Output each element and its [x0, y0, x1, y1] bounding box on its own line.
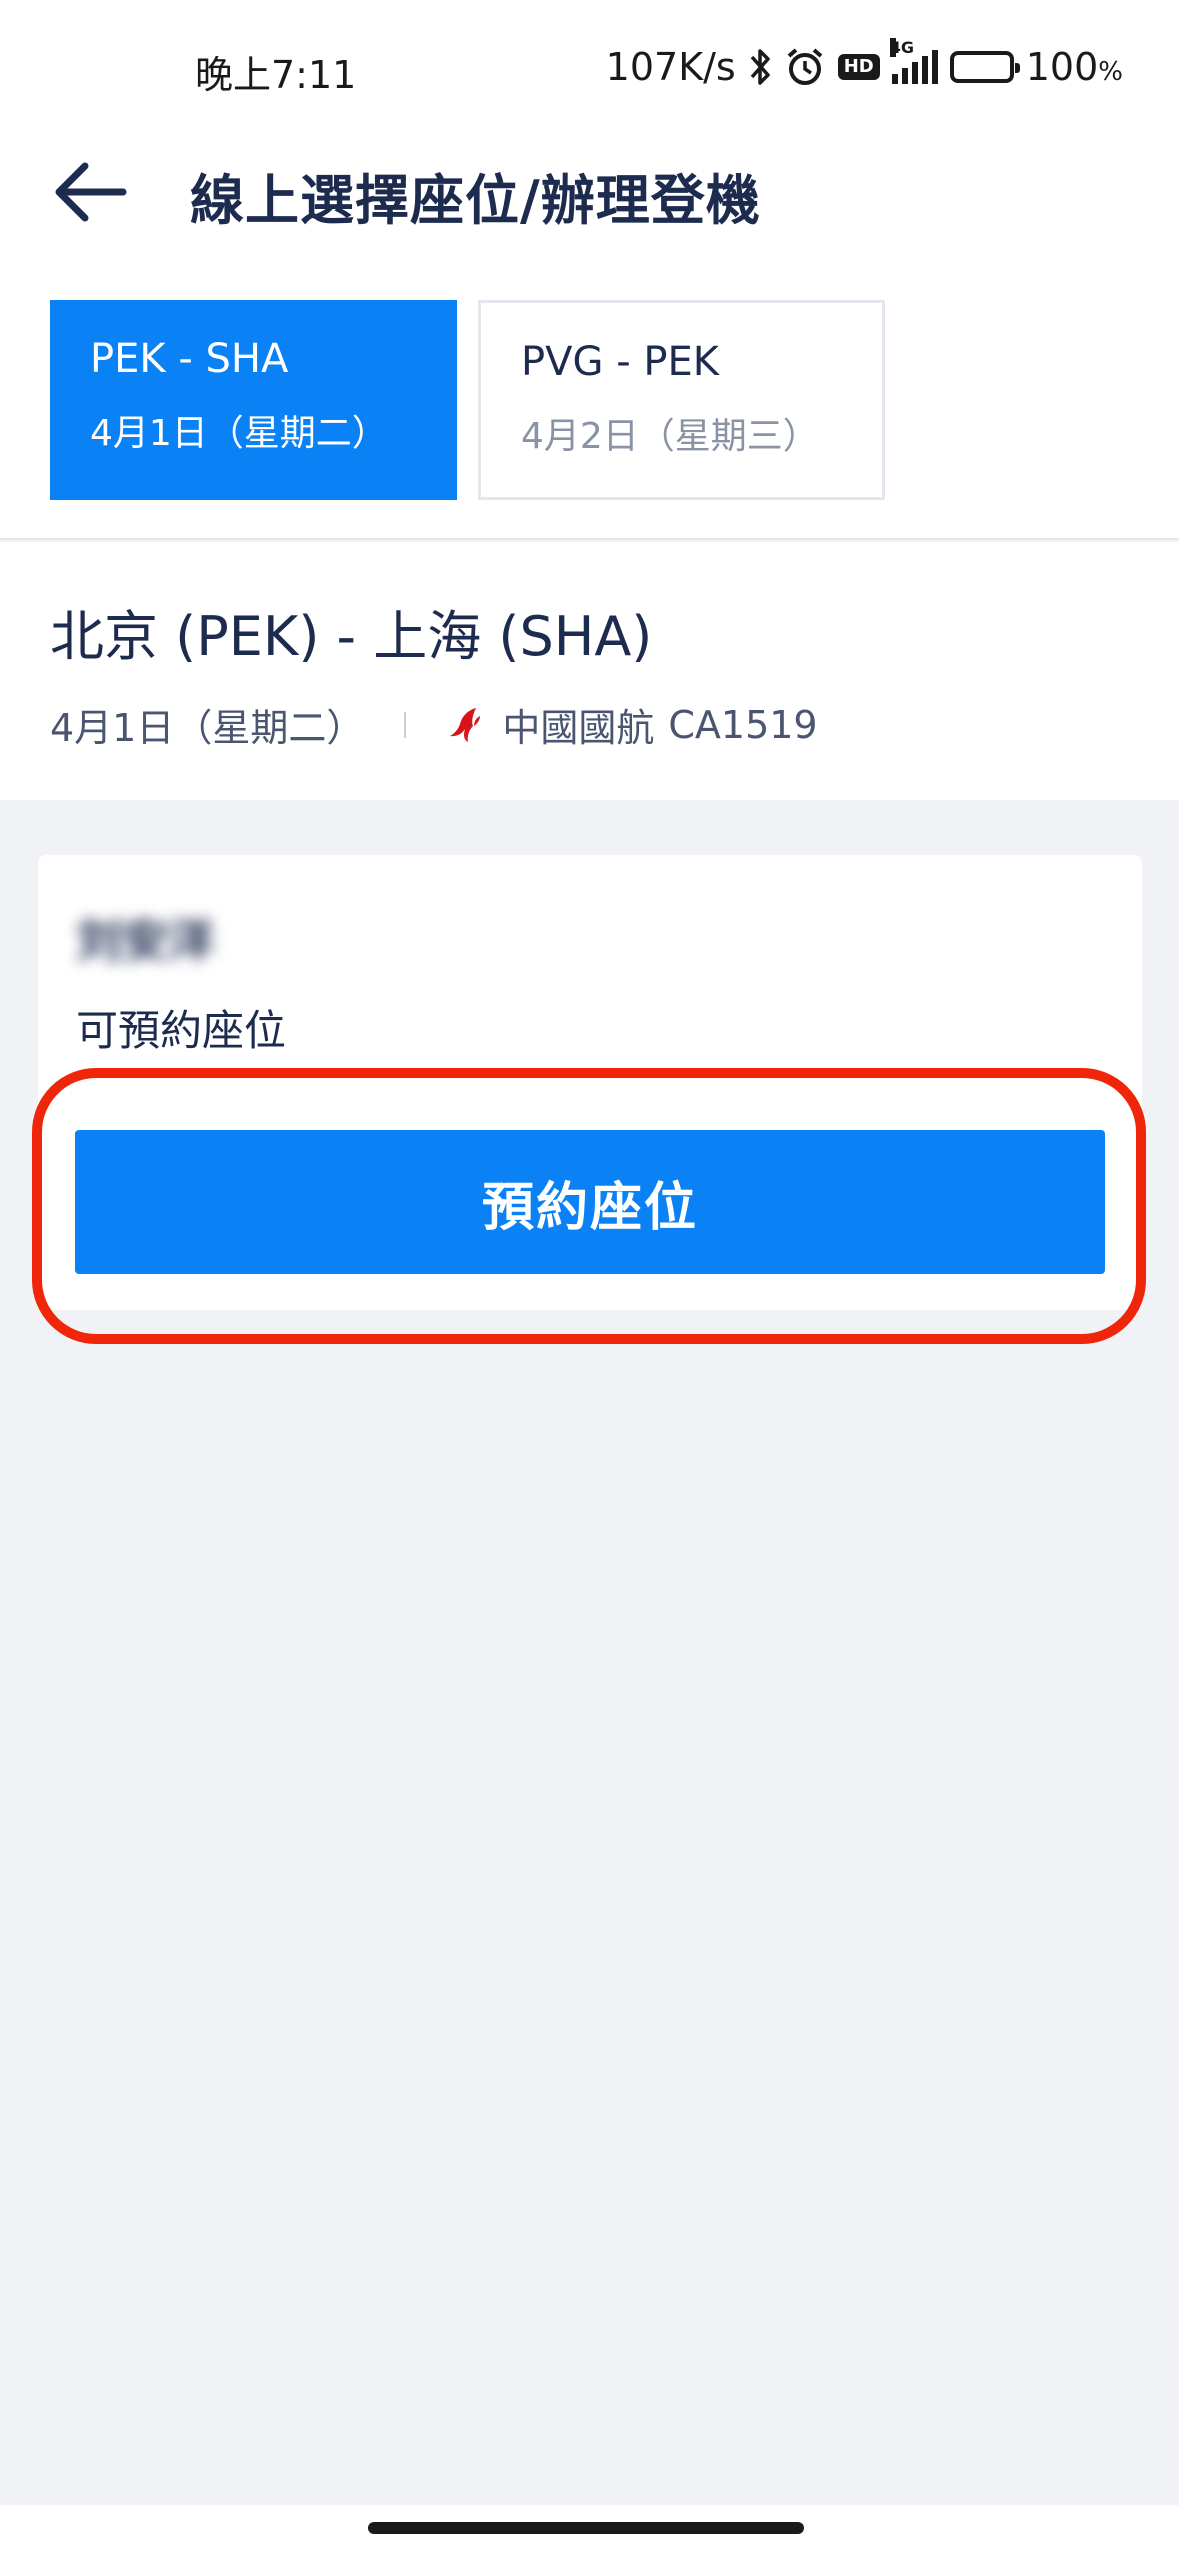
signal-label: 4G: [889, 38, 915, 57]
passenger-name: 刘安洋: [76, 914, 214, 968]
back-button[interactable]: [44, 152, 134, 232]
alarm-icon: [784, 46, 826, 88]
segment-route: PEK - SHA: [90, 336, 289, 382]
airline-name: 中國國航: [502, 706, 655, 750]
flight-date: 4月1日（星期二）: [50, 706, 365, 750]
flight-meta: 4月1日（星期二） 中國國航 CA1519: [50, 697, 818, 752]
flight-info: 北京 (PEK) - 上海 (SHA) 4月1日（星期二） 中國國航 CA151…: [0, 542, 1179, 800]
flight-route: 北京 (PEK) - 上海 (SHA): [50, 605, 653, 668]
home-indicator[interactable]: [368, 2522, 804, 2534]
segment-tab-pvg-pek[interactable]: PVG - PEK 4月2日（星期三）: [478, 300, 885, 500]
status-time: 晚上7:11: [195, 53, 357, 97]
air-china-logo-icon: [450, 707, 481, 742]
signal-icon: 4G: [889, 38, 938, 84]
segment-route: PVG - PEK: [521, 339, 719, 385]
battery-percent: 100%: [1025, 45, 1123, 89]
network-speed: 107K/s: [605, 45, 736, 89]
meta-divider: [404, 711, 407, 738]
bluetooth-icon: [748, 47, 772, 87]
segment-date: 4月2日（星期三）: [521, 416, 819, 457]
reserve-seat-button[interactable]: 預約座位: [75, 1130, 1105, 1274]
passenger-card: 刘安洋 可預約座位 預約座位: [38, 855, 1142, 1310]
status-icons: 107K/s HD 4G 100%: [605, 38, 1123, 92]
page-title: 線上選擇座位/辦理登機: [190, 169, 761, 232]
segment-date: 4月1日（星期二）: [90, 413, 388, 454]
flight-number: CA1519: [668, 702, 818, 747]
arrow-left-icon: [55, 162, 127, 222]
app-header: 線上選擇座位/辦理登機: [0, 130, 1179, 240]
seat-status: 可預約座位: [76, 1006, 287, 1055]
battery-icon: [949, 51, 1020, 83]
segment-tab-pek-sha[interactable]: PEK - SHA 4月1日（星期二）: [50, 300, 457, 500]
hd-icon: HD: [837, 54, 880, 80]
status-bar: 晚上7:11 107K/s HD 4G 100%: [0, 0, 1179, 130]
